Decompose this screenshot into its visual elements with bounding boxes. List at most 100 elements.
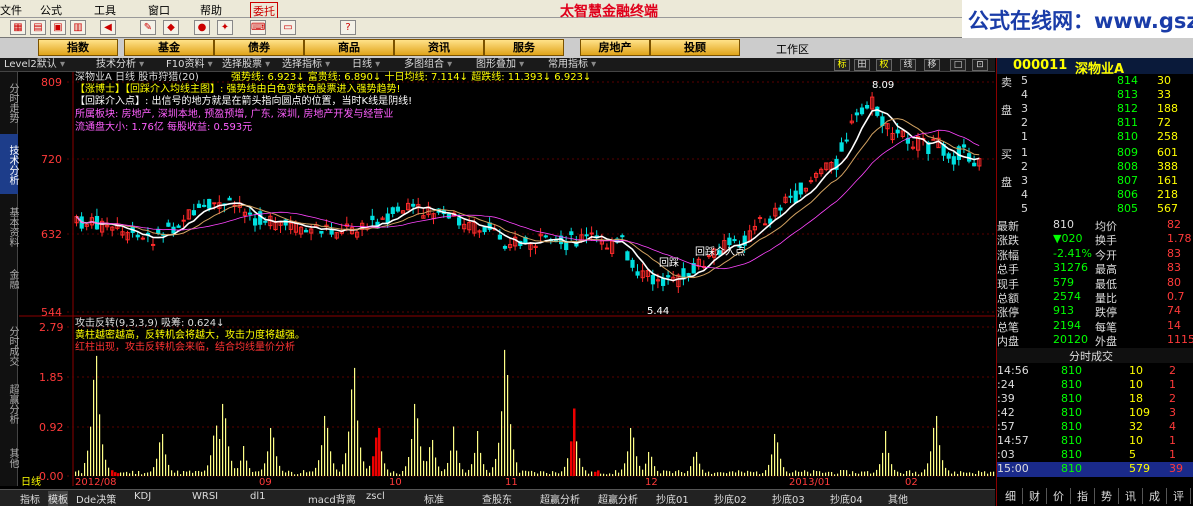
mark-button[interactable]: 标	[834, 59, 850, 71]
ask-row[interactable]: 1 810 258	[997, 130, 1193, 145]
tab-other[interactable]: 其他	[0, 442, 18, 472]
menu-file[interactable]: 文件	[0, 2, 22, 18]
stat-row[interactable]: 总手 31276 最高 83	[997, 261, 1193, 276]
menu-window[interactable]: 窗口	[148, 2, 170, 18]
indicator-tab[interactable]: 抄底04	[830, 491, 863, 506]
nav-advisor[interactable]: 投顾	[650, 39, 740, 56]
tick-row[interactable]: :57 810 32 4	[997, 420, 1193, 435]
tab-ticks[interactable]: 分时成交	[0, 320, 18, 370]
pen-icon[interactable]: ✎	[140, 20, 156, 35]
tech-analysis-dropdown[interactable]: 技术分析	[96, 58, 144, 72]
panel-tab[interactable]: 细	[999, 488, 1023, 504]
select-stock-dropdown[interactable]: 选择股票	[222, 58, 270, 72]
nav-realestate[interactable]: 房地产	[580, 39, 650, 56]
tick-row[interactable]: :24 810 10 1	[997, 378, 1193, 393]
bid-row[interactable]: 2 808 388	[997, 160, 1193, 175]
grid-button[interactable]: 田	[854, 59, 870, 71]
ask-row[interactable]: 盘 3 812 188	[997, 102, 1193, 117]
stat-row[interactable]: 总额 2574 量比 0.7	[997, 290, 1193, 305]
indicator-tab[interactable]: KDJ	[134, 491, 151, 502]
weight-button[interactable]: 权	[876, 59, 892, 71]
help-icon[interactable]: ?	[340, 20, 356, 35]
indicator-tab[interactable]: zscl	[366, 491, 385, 502]
indicator-tab[interactable]: 抄底03	[772, 491, 805, 506]
chart-area[interactable]: 809 720 632 544 2.79 1.85 0.92 0.00 2012/08 09 10…	[19, 72, 995, 488]
common-indicator-dropdown[interactable]: 常用指标	[548, 58, 596, 72]
panel-tab[interactable]: 评	[1167, 488, 1191, 504]
panel-tab[interactable]: 成	[1143, 488, 1167, 504]
stat-row[interactable]: 总笔 2194 每笔 14	[997, 319, 1193, 334]
indicator-tab[interactable]: dl1	[250, 491, 266, 502]
line-button[interactable]: 线	[900, 59, 916, 71]
panel-tab[interactable]: 指	[1071, 488, 1095, 504]
ask-row[interactable]: 2 811 72	[997, 116, 1193, 131]
grid-icon[interactable]: ▤	[30, 20, 46, 35]
keyboard-icon[interactable]: ⌨	[250, 20, 266, 35]
panel-tab[interactable]: 讯	[1119, 488, 1143, 504]
bid-row[interactable]: 4 806 218	[997, 188, 1193, 203]
tick-row[interactable]: 14:56 810 10 2	[997, 364, 1193, 379]
tab-finance[interactable]: 金融	[0, 258, 18, 298]
nav-commodity[interactable]: 商品	[304, 39, 394, 56]
menu-tools[interactable]: 工具	[94, 2, 116, 18]
f10-dropdown[interactable]: F10资料	[166, 58, 213, 72]
bid-row[interactable]: 5 805 567	[997, 202, 1193, 217]
nav-index[interactable]: 指数	[38, 39, 118, 56]
bid-row[interactable]: 买 1 809 601	[997, 146, 1193, 161]
menu-formula[interactable]: 公式	[40, 2, 62, 18]
tab-technical[interactable]: 技术分析	[0, 134, 18, 194]
menu-help[interactable]: 帮助	[200, 2, 222, 18]
level2-dropdown[interactable]: Level2默认	[4, 58, 65, 72]
tick-row[interactable]: :39 810 18 2	[997, 392, 1193, 407]
stat-row[interactable]: 涨幅 -2.41% 今开 83	[997, 247, 1193, 262]
ask-row[interactable]: 4 813 33	[997, 88, 1193, 103]
diamond-icon[interactable]: ◆	[163, 20, 179, 35]
indicator-tab[interactable]: WRSI	[192, 491, 218, 502]
tab-fundamental[interactable]: 基本资料	[0, 196, 18, 256]
ask-row[interactable]: 卖 5 814 30	[997, 74, 1193, 89]
workzone-label[interactable]: 工作区	[776, 41, 809, 57]
indicator-tab[interactable]: 标准	[424, 491, 444, 506]
indicator-tab[interactable]: Dde决策	[76, 491, 116, 506]
flag-icon[interactable]: ▦	[10, 20, 26, 35]
maximize-button[interactable]: ⊡	[972, 59, 988, 71]
panel-tab[interactable]: 价	[1047, 488, 1071, 504]
panel-tab[interactable]: 财	[1023, 488, 1047, 504]
bid-row[interactable]: 盘 3 807 161	[997, 174, 1193, 189]
move-button[interactable]: 移	[924, 59, 940, 71]
overlay-dropdown[interactable]: 图形叠加	[476, 58, 524, 72]
multi-chart-dropdown[interactable]: 多图组合	[404, 58, 452, 72]
indicator-tab[interactable]: 查股东	[482, 491, 512, 506]
restore-button[interactable]: □	[950, 59, 966, 71]
stat-row[interactable]: 现手 579 最低 80	[997, 276, 1193, 291]
indicator-tab[interactable]: 抄底01	[656, 491, 689, 506]
indicator-tab[interactable]: 超赢分析	[540, 491, 580, 506]
nav-news[interactable]: 资讯	[394, 39, 484, 56]
tab-intraday[interactable]: 分时走势	[0, 72, 18, 132]
indicator-tab[interactable]: macd背离	[308, 491, 356, 506]
select-indicator-dropdown[interactable]: 选择指标	[282, 58, 330, 72]
nav-fund[interactable]: 基金	[124, 39, 214, 56]
tick-row[interactable]: 14:57 810 10 1	[997, 434, 1193, 449]
panel-tab[interactable]: 势	[1095, 488, 1119, 504]
period-dropdown[interactable]: 日线	[352, 58, 380, 72]
save-icon[interactable]: ▣	[50, 20, 66, 35]
nav-bond[interactable]: 债券	[214, 39, 304, 56]
nav-service[interactable]: 服务	[484, 39, 564, 56]
stat-row[interactable]: 内盘 20120 外盘 1115	[997, 333, 1193, 348]
star-icon[interactable]: ✦	[217, 20, 233, 35]
indicator-tab[interactable]: 其他	[888, 491, 908, 506]
window-icon[interactable]: ▭	[280, 20, 296, 35]
stat-row[interactable]: 最新 810 均价 82	[997, 218, 1193, 233]
indicator-tab[interactable]: 模板	[48, 491, 68, 506]
indicator-tab[interactable]: 抄底02	[714, 491, 747, 506]
stop-icon[interactable]: ●	[194, 20, 210, 35]
stat-row[interactable]: 涨停 913 跌停 74	[997, 304, 1193, 319]
tick-row[interactable]: :03 810 5 1	[997, 448, 1193, 463]
kline-chart[interactable]: 809 720 632 544 2.79 1.85 0.92 0.00 2012/08 09 10…	[19, 72, 995, 488]
stat-row[interactable]: 涨跌 ▼020 换手 1.78	[997, 232, 1193, 247]
back-icon[interactable]: ◀	[100, 20, 116, 35]
tab-chaoying[interactable]: 超赢分析	[0, 378, 18, 428]
chart-icon[interactable]: ▥	[70, 20, 86, 35]
tick-row[interactable]: 15:00 810 579 39	[997, 462, 1193, 477]
